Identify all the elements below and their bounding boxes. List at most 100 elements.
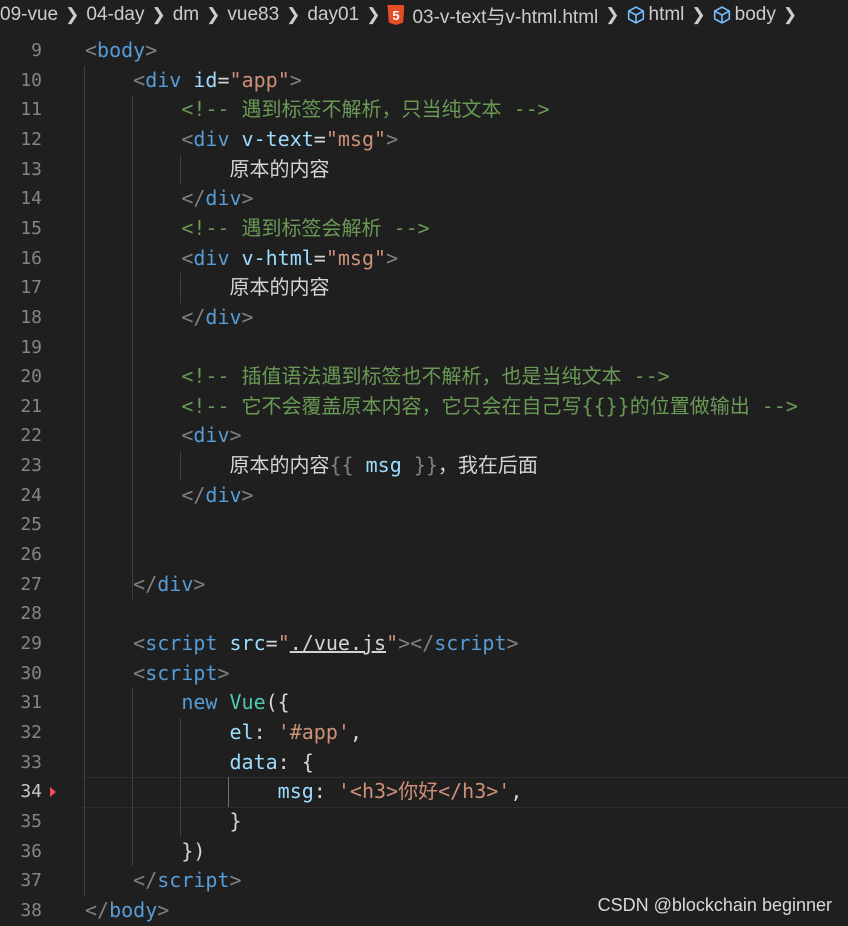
- html5-icon: 5: [387, 5, 405, 25]
- code-line[interactable]: 26: [0, 540, 848, 570]
- code-token: script: [434, 631, 507, 655]
- code-text: <!-- 插值语法遇到标签也不解析，也是当纯文本 -->: [85, 362, 670, 392]
- code-line[interactable]: 24 </div>: [0, 481, 848, 511]
- code-token: <: [85, 38, 98, 62]
- code-token: >: [289, 67, 302, 92]
- code-token: div: [205, 482, 242, 507]
- line-number: 34: [20, 781, 42, 803]
- line-number: 20: [20, 366, 42, 388]
- breadcrumb-item-04-day[interactable]: 04-day: [86, 4, 144, 26]
- code-line[interactable]: 9 <body>: [0, 36, 848, 66]
- code-line[interactable]: 34 msg: '<h3>你好</h3>',: [0, 777, 848, 807]
- line-number: 25: [20, 514, 42, 536]
- code-text: new Vue({: [85, 688, 289, 718]
- code-editor[interactable]: 9 <body> 10 <div id="app"> 11 <!-- 遇到标签不解析，…: [0, 36, 848, 924]
- code-line[interactable]: 13 原本的内容: [0, 155, 848, 185]
- code-token: <!-- 它不会覆盖原本内容，它只会在自己写{{}}的位置做输出 -->: [181, 393, 798, 418]
- code-line[interactable]: 29 <script src="./vue.js"></script>: [0, 629, 848, 659]
- indent-guide: [180, 717, 181, 837]
- line-number: 29: [20, 633, 42, 654]
- breadcrumb-item-day01[interactable]: day01: [307, 4, 359, 26]
- code-token: msg: [277, 779, 314, 804]
- breadcrumb-item-09-vue[interactable]: 09-vue: [0, 4, 58, 26]
- indent-guide: [228, 777, 229, 807]
- code-token: </: [133, 868, 158, 893]
- code-text: msg: '<h3>你好</h3>',: [85, 777, 523, 807]
- breadcrumb-item-dm[interactable]: dm: [173, 4, 199, 26]
- code-token: div: [193, 126, 230, 151]
- indent-guide: [84, 65, 85, 896]
- code-line[interactable]: 10 <div id="app">: [0, 66, 848, 96]
- code-token: =: [217, 67, 230, 92]
- code-line[interactable]: 22 <div>: [0, 421, 848, 451]
- code-line[interactable]: 18 </div>: [0, 303, 848, 333]
- line-number: 36: [20, 840, 42, 862]
- breadcrumb-label: 03-v-text与v-html.html: [412, 6, 599, 28]
- line-number: 10: [20, 69, 42, 91]
- code-line[interactable]: 37 </script>: [0, 866, 848, 896]
- code-token: <!-- 遇到标签会解析 -->: [181, 215, 430, 240]
- code-line[interactable]: 21 <!-- 它不会覆盖原本内容，它只会在自己写{{}}的位置做输出 -->: [0, 392, 848, 422]
- breadcrumb-item-file[interactable]: 5 03-v-text与v-html.html: [387, 2, 598, 29]
- line-number: 24: [20, 484, 42, 506]
- breadcrumb-label: day01: [307, 4, 360, 25]
- code-token: <!-- 插值语法遇到标签也不解析，也是当纯文本 -->: [181, 364, 670, 389]
- chevron-right-icon: ❯: [691, 5, 706, 24]
- code-line[interactable]: 20 <!-- 插值语法遇到标签也不解析，也是当纯文本 -->: [0, 362, 848, 392]
- line-number: 13: [20, 158, 42, 180]
- code-line[interactable]: 17 原本的内容: [0, 273, 848, 303]
- code-token: <!-- 遇到标签不解析，只当纯文本 -->: [181, 97, 550, 122]
- code-token: </: [181, 186, 206, 211]
- line-number: 16: [20, 247, 42, 269]
- code-line[interactable]: 11 <!-- 遇到标签不解析，只当纯文本 -->: [0, 95, 848, 125]
- code-line[interactable]: 31 new Vue({: [0, 688, 848, 718]
- code-text: <script>: [85, 659, 229, 689]
- line-number: 30: [20, 662, 42, 684]
- chevron-right-icon: ❯: [286, 5, 301, 24]
- line-number: 37: [20, 870, 42, 892]
- code-line[interactable]: 23 原本的内容{{ msg }}，我在后面: [0, 451, 848, 481]
- code-token: 原本的内容: [85, 453, 330, 478]
- code-text: </script>: [85, 866, 241, 896]
- breadcrumb-label: 09-vue: [0, 4, 59, 25]
- code-line[interactable]: 30 <script>: [0, 659, 848, 689]
- code-token: msg: [365, 453, 402, 478]
- code-token: ": [277, 631, 290, 655]
- code-line[interactable]: 33 data: {: [0, 748, 848, 778]
- code-token: "msg": [325, 126, 387, 151]
- code-line[interactable]: 36 }): [0, 837, 848, 867]
- code-token: =: [313, 126, 326, 151]
- code-line[interactable]: 16 <div v-html="msg">: [0, 244, 848, 274]
- line-number: 32: [20, 721, 42, 743]
- breadcrumb-item-body[interactable]: body: [713, 4, 776, 26]
- code-token: div: [205, 304, 242, 329]
- code-line[interactable]: 35 }: [0, 807, 848, 837]
- code-text: }): [85, 837, 205, 867]
- code-line[interactable]: 19: [0, 333, 848, 363]
- breadcrumb-item-vue83[interactable]: vue83: [227, 4, 279, 26]
- code-token: div: [205, 186, 242, 211]
- chevron-right-icon: ❯: [605, 5, 620, 24]
- code-token: v-text: [241, 126, 314, 151]
- code-line[interactable]: 27 </div>: [0, 570, 848, 600]
- code-token: {{: [329, 453, 354, 478]
- code-token: }: [229, 808, 242, 833]
- code-line[interactable]: 14 </div>: [0, 184, 848, 214]
- code-line[interactable]: 12 <div v-text="msg">: [0, 125, 848, 155]
- code-token: ./vue.js: [289, 631, 387, 655]
- code-line[interactable]: 28: [0, 599, 848, 629]
- code-token: >: [386, 245, 399, 270]
- code-line[interactable]: 25: [0, 510, 848, 540]
- breadcrumb-item-html[interactable]: html: [627, 4, 684, 26]
- code-line[interactable]: 15 <!-- 遇到标签会解析 -->: [0, 214, 848, 244]
- code-line[interactable]: 32 el: '#app',: [0, 718, 848, 748]
